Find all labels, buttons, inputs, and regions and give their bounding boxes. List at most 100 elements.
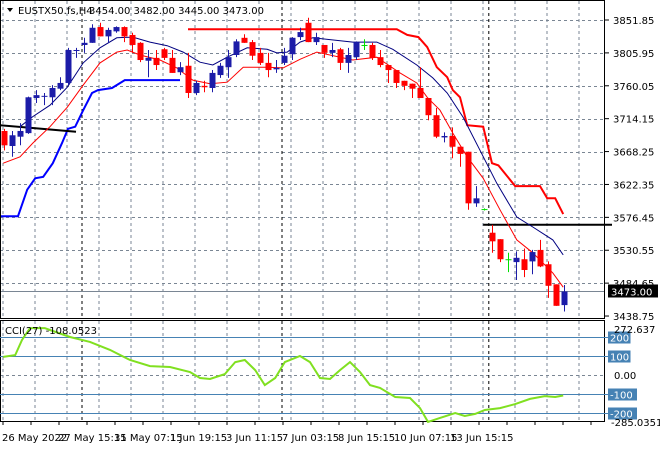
candle (209, 70, 216, 93)
time-label: 13 Jun 15:15 (450, 433, 514, 444)
candle-body (489, 232, 496, 242)
candle (393, 70, 400, 88)
day-separators (81, 1, 490, 421)
candle-body (561, 291, 568, 306)
candle-body (65, 49, 72, 83)
candle (553, 284, 560, 306)
candle (321, 44, 328, 58)
candle-body (321, 44, 328, 53)
candle-body (473, 198, 480, 204)
candle-body (97, 27, 104, 37)
current-price-label: 3473.00 (611, 287, 652, 298)
candle (1, 128, 8, 151)
candle-body (273, 67, 280, 70)
candle-body (545, 264, 552, 286)
candle (129, 32, 136, 53)
candle-body (425, 98, 432, 116)
candle-body (529, 252, 536, 262)
candle (529, 249, 536, 275)
candle (217, 62, 224, 78)
candle (249, 39, 256, 61)
price-axis: 3851.85 3805.95 3760.05 3714.15 3668.25 3622.… (605, 16, 658, 323)
main-pane-border (0, 0, 605, 319)
candle (433, 108, 440, 139)
candle-body (449, 135, 456, 147)
candle-body (361, 44, 368, 46)
candle-body (1, 130, 8, 146)
candle-body (89, 27, 96, 43)
cci-level-label: -100 (610, 391, 633, 402)
candle-body (329, 49, 336, 53)
price-label: 3438.75 (613, 312, 654, 323)
candle-body (521, 259, 528, 270)
indicator-lines (0, 28, 612, 288)
candle-body (537, 249, 544, 267)
candle-body (25, 97, 32, 134)
candle (105, 27, 112, 43)
dropdown-triangle-icon[interactable] (7, 8, 13, 12)
candle-body (113, 27, 120, 32)
candle-body (377, 57, 384, 66)
candle-body (337, 49, 344, 63)
candle (521, 248, 528, 278)
candle-body (305, 22, 312, 43)
candle (89, 24, 96, 43)
candle (409, 83, 416, 99)
time-label: 1 Jun 19:15 (170, 433, 227, 444)
time-label: 8 Jun 15:15 (338, 433, 395, 444)
candle-body (505, 259, 512, 261)
candle (225, 49, 232, 78)
candle (241, 34, 248, 43)
candle-body (433, 115, 440, 137)
candle (337, 47, 344, 71)
candle (465, 151, 472, 210)
candle (369, 42, 376, 61)
price-label: 3622.35 (613, 180, 654, 191)
candle (377, 49, 384, 68)
candle (289, 37, 296, 61)
candle (561, 285, 568, 312)
price-label: 3668.25 (613, 148, 654, 159)
chart-header: EUSTX50.fs,H4 3454.00 3482.00 3445.00 34… (7, 6, 264, 17)
candle (185, 52, 192, 99)
candle (385, 65, 392, 83)
candle (497, 239, 504, 263)
level-line-left (0, 124, 77, 133)
candle-body (9, 135, 16, 147)
candle (361, 39, 368, 50)
candle-body (49, 87, 56, 98)
candle-body (177, 67, 184, 73)
candle-body (513, 257, 520, 263)
candle-body (281, 55, 288, 63)
candle (25, 96, 32, 134)
cci-axis-label: 0.00 (614, 371, 636, 382)
candle (97, 22, 104, 37)
candle (137, 42, 144, 63)
candle-body (137, 42, 144, 61)
candle-body (209, 72, 216, 88)
candle-body (129, 34, 136, 45)
price-chart[interactable]: 200100-100-200272.6370.00-285.0351 3851.… (0, 0, 660, 450)
cci-level-label: 100 (610, 353, 629, 364)
candle (161, 47, 168, 61)
candle-body (81, 42, 88, 45)
candle-body (17, 130, 24, 137)
candle (113, 26, 120, 33)
candle (273, 60, 280, 73)
candle-body (401, 80, 408, 86)
candle (121, 26, 128, 43)
candle (537, 239, 544, 268)
candle-body (225, 57, 232, 68)
candle (177, 62, 184, 76)
price-label: 3760.05 (613, 82, 654, 93)
candle (425, 98, 432, 121)
candle (193, 80, 200, 96)
cci-axis-label: -285.0351 (611, 418, 660, 429)
candle (473, 186, 480, 207)
moving-average-fast (3, 49, 564, 288)
candle (457, 146, 464, 167)
candle-body (553, 284, 560, 306)
candle (257, 47, 264, 66)
candle-body (249, 42, 256, 56)
candle-body (457, 146, 464, 154)
